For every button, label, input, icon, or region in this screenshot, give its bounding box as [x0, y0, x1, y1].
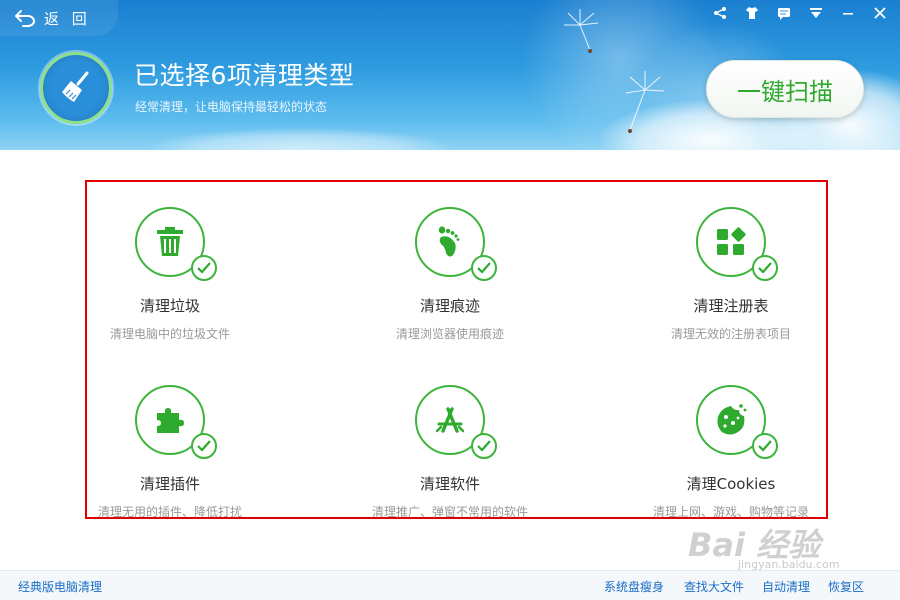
- checkmark-icon[interactable]: [752, 255, 778, 281]
- item-description: 清理浏览器使用痕迹: [395, 327, 504, 341]
- puzzle-icon: [157, 408, 184, 433]
- item-title: 清理注册表: [693, 297, 769, 315]
- dandelion-decoration: [564, 9, 665, 133]
- classic-cleanup-link[interactable]: 经典版电脑清理: [18, 578, 102, 595]
- item-icon-wrap: [696, 385, 778, 459]
- skin-icon[interactable]: [742, 4, 762, 22]
- item-icon-wrap: [135, 207, 217, 281]
- one-click-scan-button[interactable]: 一键扫描: [706, 60, 864, 118]
- footer-bar: 经典版电脑清理 系统盘瘦身 查找大文件 自动清理 恢复区: [0, 570, 900, 600]
- item-title: 清理Cookies: [686, 475, 776, 493]
- back-label: 返 回: [44, 9, 91, 28]
- auto-clean-link[interactable]: 自动清理: [762, 578, 810, 595]
- header-banner: 返 回 已选择6项清理类型 经常清理，让电脑保持最轻松的状态 一键扫描: [0, 0, 900, 150]
- message-icon[interactable]: [774, 4, 794, 22]
- trash-icon: [157, 227, 183, 256]
- appstore-icon: [435, 407, 465, 433]
- checkmark-icon[interactable]: [191, 255, 217, 281]
- item-description: 清理无效的注册表项目: [670, 327, 791, 341]
- cloud-decoration: [150, 128, 450, 150]
- item-description: 清理推广、弹窗不常用的软件: [371, 505, 528, 519]
- item-title: 清理软件: [419, 475, 480, 493]
- item-description: 清理无用的插件、降低打扰: [97, 505, 242, 519]
- checkmark-icon[interactable]: [471, 255, 497, 281]
- item-description: 清理上网、游戏、购物等记录: [652, 505, 809, 519]
- item-title: 清理痕迹: [419, 297, 480, 315]
- item-icon-wrap: [415, 207, 497, 281]
- back-arrow-icon: [15, 10, 35, 27]
- restore-area-link[interactable]: 恢复区: [828, 578, 864, 595]
- window-controls: [710, 4, 890, 22]
- close-icon[interactable]: [870, 4, 890, 22]
- item-title: 清理垃圾: [139, 297, 200, 315]
- registry-icon: [717, 227, 746, 255]
- broom-icon: [62, 71, 89, 102]
- page-subtitle: 经常清理，让电脑保持最轻松的状态: [135, 100, 328, 114]
- back-button[interactable]: 返 回: [0, 0, 118, 36]
- broom-badge: [40, 52, 112, 124]
- item-icon-wrap: [415, 385, 497, 459]
- share-icon[interactable]: [710, 4, 730, 22]
- system-disk-slim-link[interactable]: 系统盘瘦身: [604, 578, 664, 595]
- checkmark-icon[interactable]: [752, 433, 778, 459]
- footprint-icon: [438, 226, 460, 257]
- checkmark-icon[interactable]: [191, 433, 217, 459]
- item-description: 清理电脑中的垃圾文件: [109, 327, 230, 341]
- item-icon-wrap: [135, 385, 217, 459]
- checkmark-icon[interactable]: [471, 433, 497, 459]
- page-title: 已选择6项清理类型: [134, 61, 355, 90]
- minimize-icon[interactable]: [838, 4, 858, 22]
- item-icon-wrap: [696, 207, 778, 281]
- menu-icon[interactable]: [806, 4, 826, 22]
- item-title: 清理插件: [139, 475, 200, 493]
- cookie-icon: [717, 404, 747, 435]
- find-large-files-link[interactable]: 查找大文件: [684, 578, 744, 595]
